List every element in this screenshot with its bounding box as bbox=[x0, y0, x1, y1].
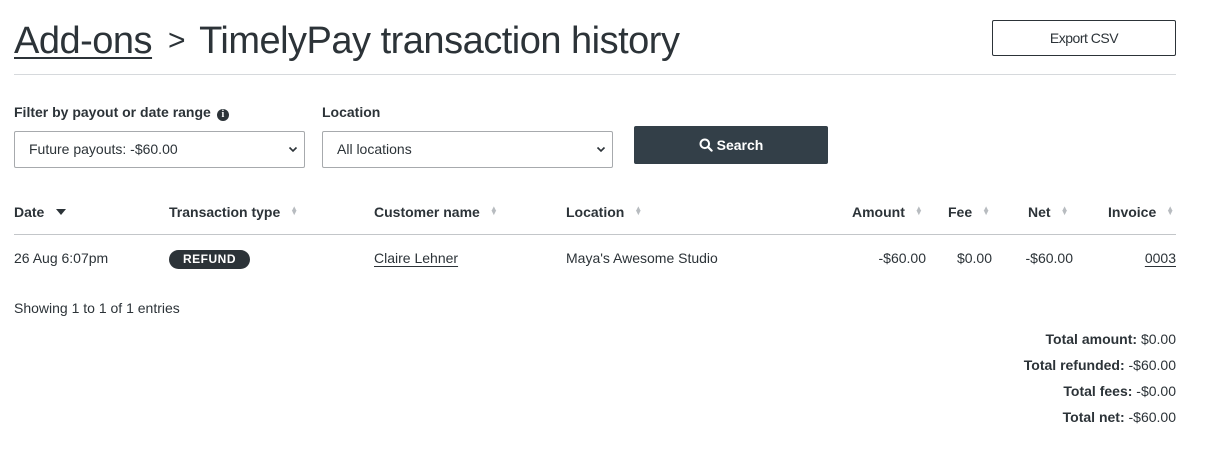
column-header-invoice[interactable]: Invoice ▲ ▼ bbox=[1108, 194, 1174, 230]
breadcrumb-addons-link[interactable]: Add-ons bbox=[14, 20, 153, 62]
column-header-customer-name[interactable]: Customer name ▲ ▼ bbox=[374, 194, 498, 230]
total-refunded-label: Total refunded: bbox=[1023, 357, 1125, 373]
invoice-link[interactable]: 0003 bbox=[1145, 236, 1176, 280]
total-refunded: Total refunded: -$60.00 bbox=[1024, 354, 1176, 380]
payout-filter-label: Filter by payout or date range i bbox=[14, 104, 229, 121]
total-fees: Total fees: -$0.00 bbox=[1024, 380, 1176, 406]
sort-icon: ▲ ▼ bbox=[982, 204, 991, 218]
total-refunded-value: -$60.00 bbox=[1128, 357, 1176, 373]
cell-transaction-type: REFUND bbox=[169, 236, 250, 280]
status-badge: REFUND bbox=[169, 249, 250, 269]
search-icon bbox=[699, 138, 713, 152]
total-amount-label: Total amount: bbox=[1045, 331, 1138, 347]
sort-icon: ▲ ▼ bbox=[489, 204, 498, 218]
cell-net: -$60.00 bbox=[1025, 250, 1073, 266]
total-net-value: -$60.00 bbox=[1128, 409, 1176, 425]
column-header-transaction-type[interactable]: Transaction type ▲ ▼ bbox=[169, 194, 298, 230]
cell-fee: $0.00 bbox=[956, 250, 992, 266]
total-net: Total net: -$60.00 bbox=[1024, 406, 1176, 432]
customer-name-link[interactable]: Claire Lehner bbox=[374, 236, 458, 280]
column-header-fee[interactable]: Fee ▲ ▼ bbox=[948, 194, 990, 230]
table-info: Showing 1 to 1 of 1 entries bbox=[14, 300, 180, 316]
column-header-date[interactable]: Date bbox=[14, 194, 67, 230]
total-amount-value: $0.00 bbox=[1140, 331, 1176, 347]
total-fees-value: -$0.00 bbox=[1136, 383, 1176, 399]
sort-icon: ▲ ▼ bbox=[914, 204, 923, 218]
table-header-row: Date Transaction type ▲ ▼ Customer name ▲ ▼ … bbox=[14, 194, 1176, 235]
sort-icon: ▲ ▼ bbox=[634, 204, 643, 218]
cell-date: 26 Aug 6:07pm bbox=[14, 250, 109, 266]
sort-icon: ▲ ▼ bbox=[1166, 204, 1175, 218]
column-header-amount[interactable]: Amount ▲ ▼ bbox=[852, 194, 923, 230]
chevron-down-icon bbox=[288, 132, 298, 182]
column-header-label: Fee bbox=[948, 204, 973, 220]
location-filter-label: Location bbox=[322, 104, 381, 120]
column-header-label: Date bbox=[14, 204, 45, 220]
column-header-label: Net bbox=[1028, 204, 1051, 220]
info-icon[interactable]: i bbox=[216, 109, 229, 121]
page-header: Add-ons > TimelyPay transaction history Ex… bbox=[14, 18, 1176, 75]
payout-filter-label-text: Filter by payout or date range bbox=[14, 104, 211, 120]
table-row: 26 Aug 6:07pm REFUND Claire Lehner Maya'… bbox=[14, 236, 1176, 280]
total-fees-label: Total fees: bbox=[1063, 383, 1133, 399]
export-csv-button[interactable]: Export CSV bbox=[992, 20, 1176, 56]
column-header-label: Invoice bbox=[1108, 204, 1157, 220]
total-net-label: Total net: bbox=[1062, 409, 1125, 425]
column-header-label: Transaction type bbox=[169, 204, 281, 220]
totals-summary: Total amount: $0.00 Total refunded: -$60… bbox=[1024, 328, 1176, 432]
column-header-label: Location bbox=[566, 204, 625, 220]
breadcrumb-separator: > bbox=[168, 24, 186, 57]
column-header-label: Amount bbox=[852, 204, 905, 220]
column-header-label: Customer name bbox=[374, 204, 480, 220]
payout-filter-value: Future payouts: -$60.00 bbox=[29, 141, 178, 157]
sort-icon: ▲ ▼ bbox=[1060, 204, 1069, 218]
chevron-down-icon bbox=[596, 132, 606, 182]
total-amount: Total amount: $0.00 bbox=[1024, 328, 1176, 354]
sort-icon: ▲ ▼ bbox=[290, 204, 299, 218]
page-title: TimelyPay transaction history bbox=[199, 20, 680, 62]
payout-filter-select[interactable]: Future payouts: -$60.00 bbox=[14, 131, 305, 168]
cell-amount: -$60.00 bbox=[878, 250, 926, 266]
location-filter-value: All locations bbox=[337, 141, 412, 157]
search-button-label: Search bbox=[716, 137, 764, 153]
location-filter-select[interactable]: All locations bbox=[322, 131, 613, 168]
column-header-location[interactable]: Location ▲ ▼ bbox=[566, 194, 642, 230]
column-header-net[interactable]: Net ▲ ▼ bbox=[1028, 194, 1068, 230]
sort-descending-icon bbox=[56, 209, 67, 216]
breadcrumb: Add-ons > TimelyPay transaction history bbox=[14, 18, 680, 67]
search-button[interactable]: Search bbox=[634, 126, 828, 164]
cell-location: Maya's Awesome Studio bbox=[566, 250, 718, 266]
